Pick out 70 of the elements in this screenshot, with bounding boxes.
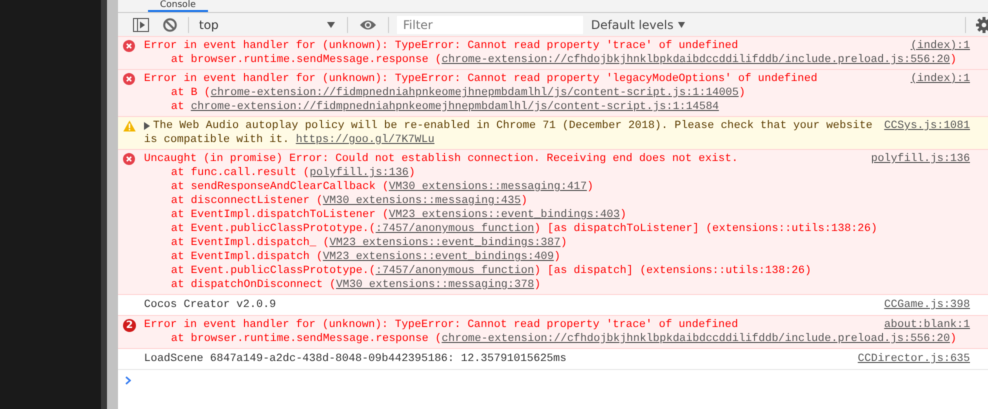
source-link[interactable]: chrome-extension://cfhdojbkjhnklbpkdaibdccddilifddb/include.preload.js:556:20	[442, 53, 950, 67]
source-link[interactable]: :7457/anonymous function	[376, 222, 534, 236]
source-link[interactable]: polyfill.js:136	[870, 152, 970, 166]
message-text: at func.call.result (	[171, 166, 310, 180]
message-text: )	[950, 53, 957, 67]
message-text: )	[534, 278, 541, 292]
error-icon	[123, 40, 135, 52]
source-link[interactable]: chrome-extension://fidmpnedniahpnkeomejhnepmbdamlhl/js/content-script.js:1:14005	[210, 86, 739, 100]
message-text: )	[554, 250, 560, 264]
source-link[interactable]: chrome-extension://fidmpnedniahpnkeomejhnepmbdamlhl/js/content-script.js:1:14584	[190, 100, 719, 114]
source-link[interactable]: :7457/anonymous function	[376, 264, 534, 278]
dropdown-caret-icon	[678, 22, 686, 28]
message-text: at EventImpl.dispatch_ (	[171, 236, 330, 250]
prompt-chevron-icon	[125, 376, 131, 385]
source-link[interactable]: VM23 extensions::event_bindings:409	[322, 250, 554, 264]
message-text: at browser.runtime.sendMessage.response (	[171, 332, 442, 346]
message-text: at EventImpl.dispatch (	[171, 250, 323, 264]
source-link[interactable]: (index):1	[910, 39, 970, 53]
message-text: )	[408, 166, 416, 180]
error-icon	[123, 153, 135, 165]
filter-field[interactable]: Filter	[397, 16, 583, 34]
source-link[interactable]: polyfill.js:136	[310, 166, 409, 180]
source-link[interactable]: VM23 extensions::event_bindings:403	[388, 208, 620, 222]
dropdown-caret-icon	[327, 22, 335, 28]
message-text: )	[586, 180, 594, 194]
message-text: ) [as dispatch] (extensions::utils:138:26)	[534, 264, 812, 278]
message-text: )	[620, 208, 626, 222]
expand-arrow-icon[interactable]	[144, 122, 151, 130]
message-text: at dispatchOnDisconnect (	[171, 278, 336, 292]
source-link[interactable]: CCGame.js:398	[884, 298, 970, 312]
message-text: at disconnectListener (	[171, 194, 323, 208]
message-text: Error in event handler for (unknown): TypeError: Cannot read property 'legacyModeOptions' of undefined	[144, 72, 818, 86]
context-select[interactable]: top	[193, 18, 343, 32]
message-text: )	[520, 194, 528, 208]
message-text: The Web Audio autoplay policy will be re-enabled in Chrome 71 (December 2018). Please check that your website	[153, 119, 873, 133]
message-text: at sendResponseAndClearCallback (	[171, 180, 389, 194]
source-link[interactable]: VM30 extensions::messaging:378	[336, 278, 534, 292]
message-text: at	[171, 100, 186, 114]
sidebar-toggle-icon[interactable]	[133, 18, 149, 32]
message-text: Uncaught (in promise) Error: Could not establish connection. Receiving end does not exist.	[144, 152, 738, 166]
message-text: Error in event handler for (unknown): TypeError: Cannot read property 'trace' of undefined	[144, 39, 738, 53]
source-link[interactable]: VM23 extensions::event_bindings:387	[329, 236, 560, 250]
warning-icon	[123, 120, 136, 132]
message-text: Cocos Creator v2.0.9	[144, 298, 276, 312]
message-text: )	[950, 332, 957, 346]
message-text: Error in event handler for (unknown): TypeError: Cannot read property 'trace' of undefined	[144, 318, 738, 332]
source-link[interactable]: https://goo.gl/7K7WLu	[296, 133, 434, 147]
message-text: at EventImpl.dispatchToListener (	[171, 208, 389, 222]
message-text: at B (	[171, 86, 211, 100]
source-link[interactable]: CCDirector.js:635	[858, 352, 970, 366]
source-link[interactable]: chrome-extension://cfhdojbkjhnklbpkdaibdccddilifddb/include.preload.js:556:20	[442, 332, 950, 346]
message-text: LoadScene 6847a149-a2dc-438d-8048-09b442395186: 12.35791015625ms	[144, 352, 566, 366]
message-text: at browser.runtime.sendMessage.response (	[171, 53, 442, 67]
clear-icon[interactable]	[163, 18, 177, 32]
source-link[interactable]: VM30 extensions::messaging:435	[322, 194, 521, 208]
source-link[interactable]: about:blank:1	[884, 318, 970, 332]
source-link[interactable]: VM30 extensions::messaging:417	[388, 180, 587, 194]
eye-icon[interactable]	[359, 18, 377, 30]
levels-dropdown[interactable]: Default levels	[591, 18, 686, 32]
repeat-count-badge: 2	[123, 319, 136, 332]
source-link[interactable]: (index):1	[910, 72, 970, 86]
message-text: )	[560, 236, 568, 250]
message-text: at Event.publicClassPrototype.(	[171, 264, 376, 278]
message-text: at Event.publicClassPrototype.(	[171, 222, 376, 236]
error-icon	[123, 73, 135, 85]
settings-icon[interactable]	[976, 16, 988, 32]
message-text: )	[738, 86, 746, 100]
source-link[interactable]: CCSys.js:1081	[884, 119, 970, 133]
message-text: is compatible with it.	[144, 133, 290, 147]
message-text: ) [as dispatchToListener] (extensions::utils:138:26)	[534, 222, 878, 236]
